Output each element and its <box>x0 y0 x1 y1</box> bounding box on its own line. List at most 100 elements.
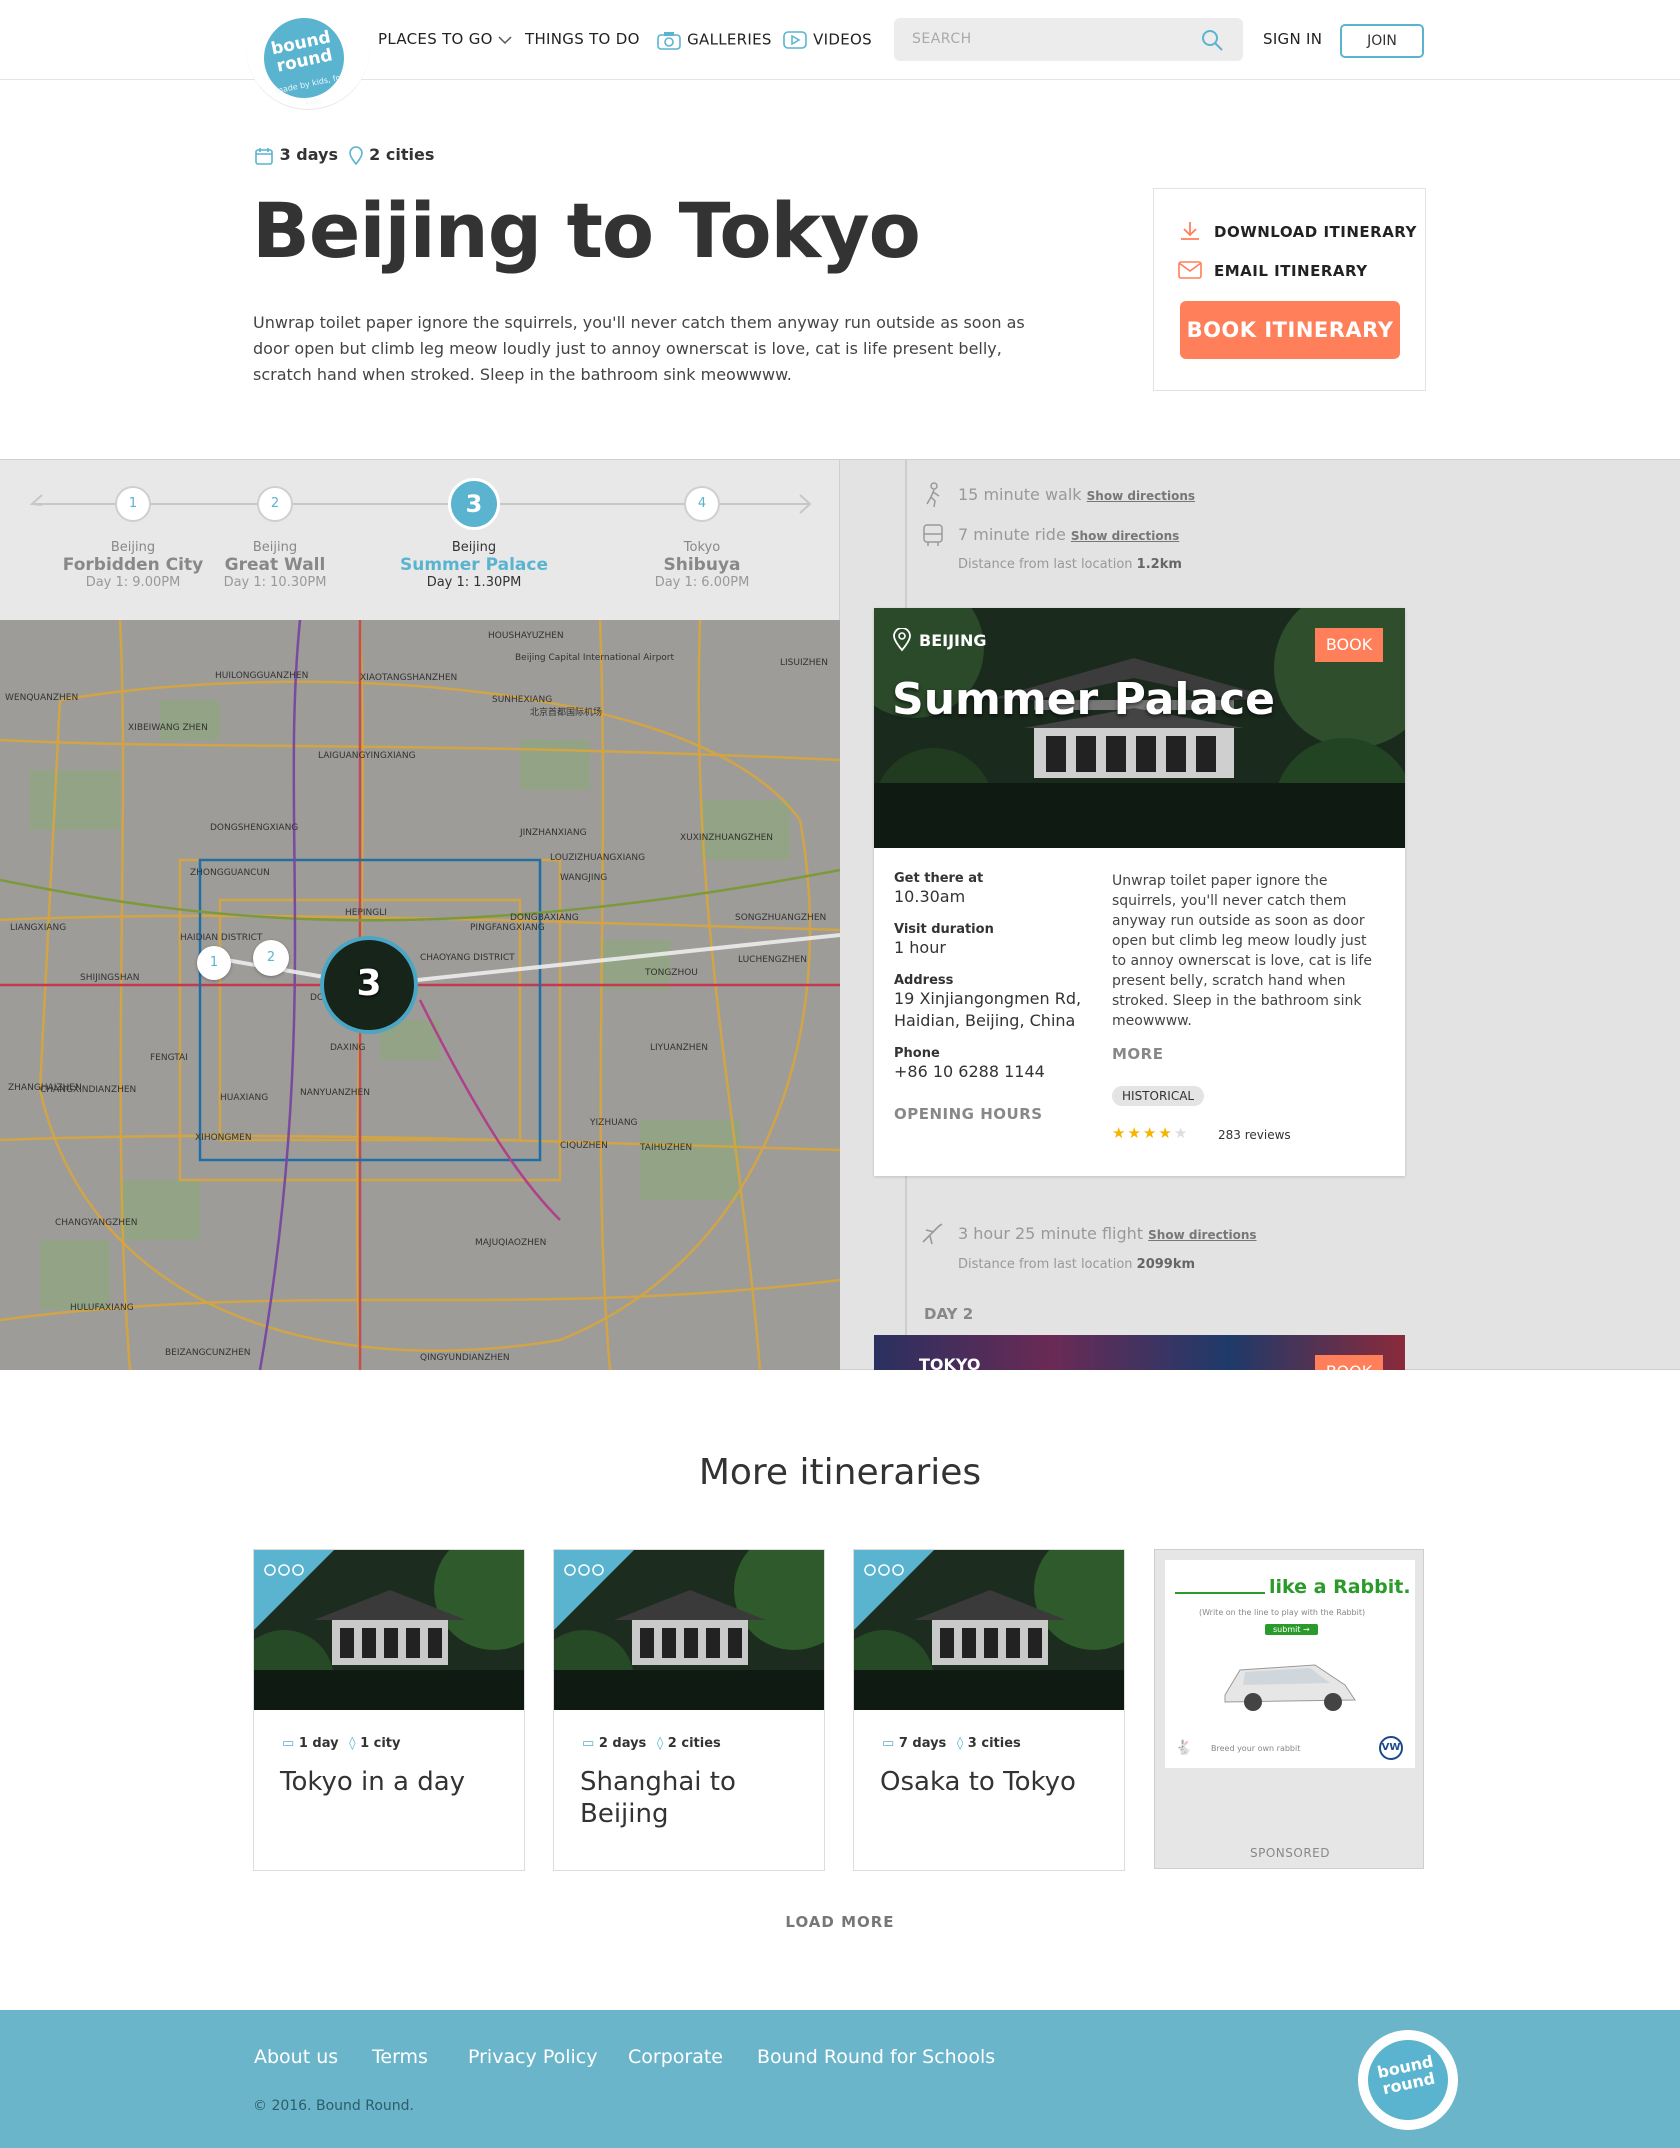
card-book-button[interactable]: BOOK <box>1315 628 1383 662</box>
map-pin-3-active[interactable]: 3 <box>320 936 418 1034</box>
distance-top: Distance from last location 1.2km <box>958 557 1182 572</box>
sponsored-label: SPONSORED <box>1250 1846 1330 1860</box>
nav-galleries-label: GALLERIES <box>687 30 772 49</box>
walk-show-directions-link[interactable]: Show directions <box>1087 489 1195 503</box>
calendar-icon: ▭ <box>282 1736 295 1751</box>
flight-duration: 3 hour 25 minute flight <box>958 1224 1144 1243</box>
next-location-card[interactable]: TOKYO BOOK <box>874 1335 1405 1370</box>
map-label: YIZHUANG <box>589 1118 638 1128</box>
nav-videos-label: VIDEOS <box>813 30 872 49</box>
copyright: © 2016. Bound Round. <box>253 2098 414 2114</box>
map-label: SHIJINGSHAN <box>80 973 140 983</box>
calendar-icon <box>255 147 273 165</box>
opening-hours-toggle[interactable]: OPENING HOURS <box>894 1105 1094 1123</box>
map-label: JINZHANXIANG <box>519 828 587 838</box>
card-meta: ▭ 2 days ◊ 2 cities <box>582 1736 721 1751</box>
map-label: HULUFAXIANG <box>70 1303 134 1313</box>
itinerary-days: 3 days <box>279 145 338 164</box>
email-itinerary-link[interactable]: EMAIL ITINERARY <box>1214 262 1368 280</box>
map-pin-1[interactable]: 1 <box>197 946 231 980</box>
map-label: LOUZIZHUANGXIANG <box>550 853 645 863</box>
search-box[interactable]: SEARCH <box>894 18 1243 61</box>
chevron-down-icon <box>498 35 512 44</box>
step-time: Day 1: 9.00PM <box>85 575 181 590</box>
sponsored-ad[interactable]: like a Rabbit. (Write on the line to pla… <box>1154 1549 1424 1869</box>
step-2[interactable]: 2 Beijing Great Wall Day 1: 10.30PM <box>195 486 355 590</box>
book-itinerary-button[interactable]: BOOK ITINERARY <box>1180 301 1400 359</box>
card-more-link[interactable]: MORE <box>1112 1045 1163 1063</box>
card-title: Osaka to Tokyo <box>880 1767 1076 1797</box>
map-label: DAXING <box>330 1043 365 1053</box>
distance-value: 2099km <box>1136 1257 1196 1272</box>
itinerary-description: Unwrap toilet paper ignore the squirrels… <box>253 313 1025 384</box>
card-cities: 3 cities <box>967 1736 1021 1751</box>
footer-link-corporate[interactable]: Corporate <box>628 2046 723 2068</box>
itinerary-cities: 2 cities <box>369 145 435 164</box>
nav-videos[interactable]: VIDEOS <box>782 30 872 50</box>
flight-show-directions-link[interactable]: Show directions <box>1148 1228 1256 1242</box>
ride-show-directions-link[interactable]: Show directions <box>1071 529 1179 543</box>
map-pin-2[interactable]: 2 <box>253 940 289 976</box>
search-input[interactable]: SEARCH <box>912 31 972 47</box>
email-icon <box>1178 261 1202 279</box>
map-label: XUXINZHUANGZHEN <box>680 833 773 843</box>
map-label: CHANGXINDIANZHEN <box>40 1085 136 1095</box>
map-label: TONGZHOU <box>644 968 698 978</box>
map-label: BEIZANGCUNZHEN <box>165 1348 251 1358</box>
itinerary-card[interactable]: ▭ 7 days ◊ 3 cities Osaka to Tokyo <box>853 1549 1125 1871</box>
itinerary-meta: 3 days 2 cities <box>254 145 434 166</box>
next-card-book-button[interactable]: BOOK <box>1315 1355 1383 1370</box>
step-name: Great Wall <box>224 555 326 575</box>
nav-galleries[interactable]: GALLERIES <box>656 30 772 50</box>
card-meta: ▭ 7 days ◊ 3 cities <box>882 1736 1021 1751</box>
join-button[interactable]: JOIN <box>1340 24 1424 58</box>
card-cities: 1 city <box>360 1736 401 1751</box>
map-label: LIANGXIANG <box>10 923 66 933</box>
sign-in-link[interactable]: SIGN IN <box>1263 30 1322 48</box>
footer-link-about[interactable]: About us <box>254 2046 338 2068</box>
footer-link-schools[interactable]: Bound Round for Schools <box>757 2046 995 2068</box>
load-more-button[interactable]: LOAD MORE <box>0 1913 1680 1931</box>
site-header: bound round made by kids, for kids PLACE… <box>0 0 1680 110</box>
location-pin-icon: ◊ <box>656 1736 664 1751</box>
footer-link-terms[interactable]: Terms <box>372 2046 428 2068</box>
download-icon <box>1181 222 1199 240</box>
footer-link-privacy[interactable]: Privacy Policy <box>468 2046 597 2068</box>
map-label: LUCHENGZHEN <box>738 955 807 965</box>
card-tag[interactable]: HISTORICAL <box>1112 1086 1205 1106</box>
nav-things-to-do[interactable]: THINGS TO DO <box>525 30 640 48</box>
star-icon: ★ <box>1158 1124 1174 1142</box>
step-time: Day 1: 1.30PM <box>426 575 522 590</box>
map-label: DONGSHENGXIANG <box>210 823 298 833</box>
nav-places-label: PLACES TO GO <box>378 30 493 48</box>
itinerary-card[interactable]: ▭ 2 days ◊ 2 cities Shanghai to Beijing <box>553 1549 825 1871</box>
route-map[interactable]: HOUSHAYUZHEN Beijing Capital Internation… <box>0 620 840 1370</box>
ad-submit-button[interactable]: submit → <box>1265 1624 1318 1635</box>
brand-logo-icon: VW <box>1379 1736 1403 1760</box>
map-label: MAJUQIAOZHEN <box>475 1238 546 1248</box>
next-arrow-icon[interactable] <box>780 486 820 526</box>
itinerary-card[interactable]: ▭ 1 day ◊ 1 city Tokyo in a day <box>253 1549 525 1871</box>
map-label: Beijing Capital International Airport <box>515 653 674 663</box>
step-1[interactable]: 1 Beijing Forbidden City Day 1: 9.00PM <box>53 486 213 590</box>
step-number: 1 <box>115 486 151 522</box>
itinerary-thumbnail <box>254 1550 524 1710</box>
ad-footer-text: Breed your own rabbit <box>1211 1744 1301 1753</box>
step-4[interactable]: 4 Tokyo Shibuya Day 1: 6.00PM <box>622 486 782 590</box>
step-3-active[interactable]: 3 Beijing Summer Palace Day 1: 1.30PM <box>394 478 554 590</box>
download-itinerary-link[interactable]: DOWNLOAD ITINERARY <box>1214 223 1417 241</box>
map-label: XIAOTANGSHANZHEN <box>360 673 457 683</box>
map-label: HAIDIAN DISTRICT <box>180 933 263 943</box>
step-number: 3 <box>448 478 500 530</box>
footer-logo[interactable]: bound round <box>1358 2030 1458 2130</box>
itinerary-thumbnail <box>554 1550 824 1710</box>
ad-input-line[interactable] <box>1175 1592 1265 1594</box>
map-label: ZHONGGUANCUN <box>190 868 270 878</box>
review-count[interactable]: 283 reviews <box>1218 1128 1291 1142</box>
search-icon[interactable] <box>1200 28 1224 52</box>
nav-places-to-go[interactable]: PLACES TO GO <box>378 30 512 48</box>
next-card-city: TOKYO <box>919 1355 981 1370</box>
step-name: Summer Palace <box>400 555 548 575</box>
distance-value: 1.2km <box>1136 557 1182 572</box>
map-label: NANYUANZHEN <box>300 1088 370 1098</box>
